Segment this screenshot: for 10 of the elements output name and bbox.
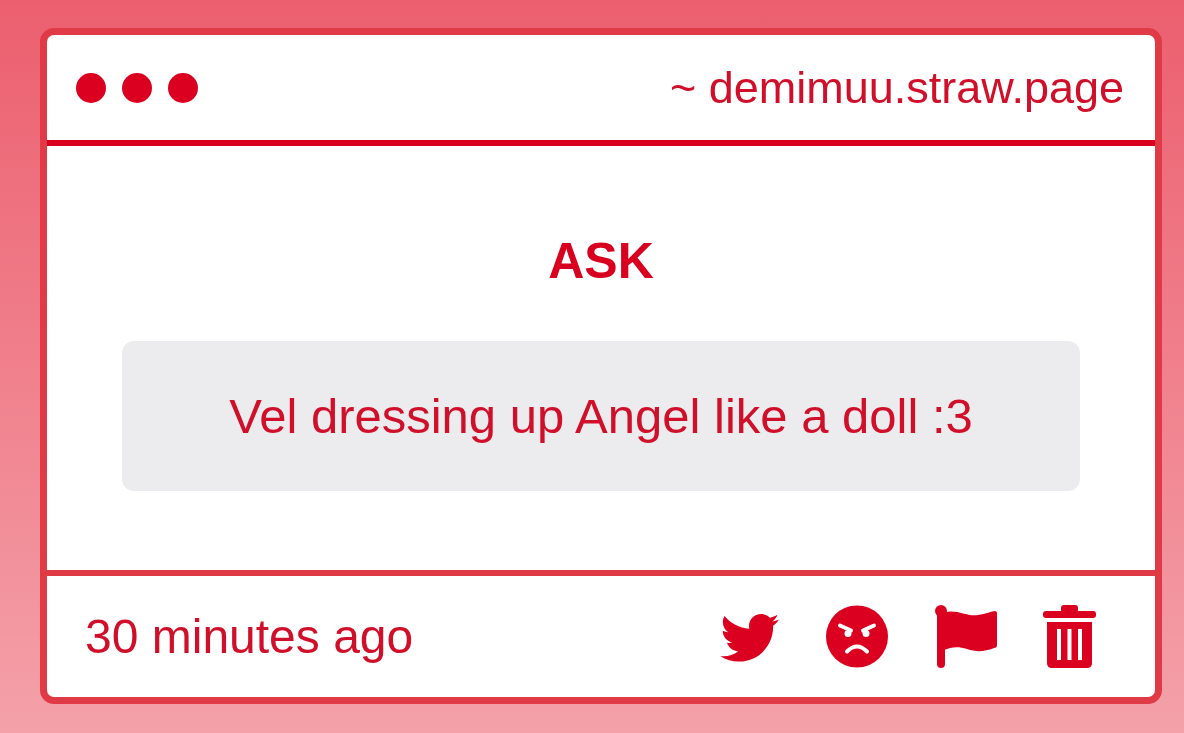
window-dot-icon <box>168 72 198 103</box>
address-text: ~ demimuu.straw.page <box>670 60 1124 115</box>
window-dot-icon <box>122 72 152 103</box>
timestamp-text: 30 minutes ago <box>85 608 414 665</box>
trash-icon[interactable] <box>1043 605 1096 668</box>
ask-heading: ASK <box>548 233 654 289</box>
flag-icon[interactable] <box>934 605 997 668</box>
question-text: Vel dressing up Angel like a doll :3 <box>229 387 973 445</box>
window-dot-icon <box>76 72 106 103</box>
angry-face-icon[interactable] <box>826 605 888 668</box>
